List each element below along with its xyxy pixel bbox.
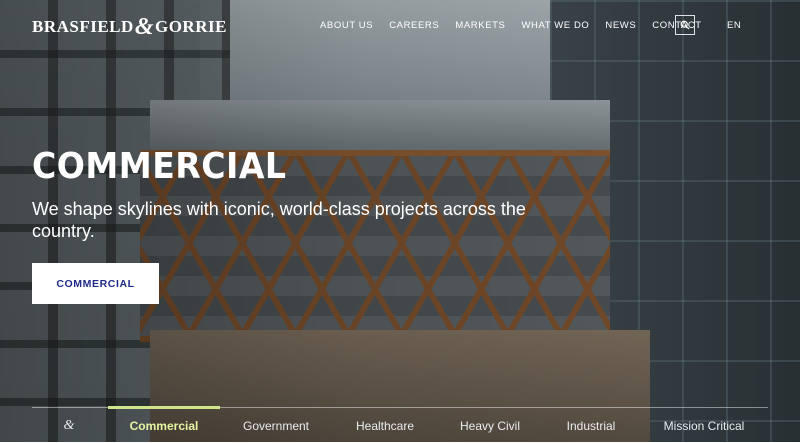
site-logo[interactable]: BRASFIELD & GORRIE <box>32 13 227 40</box>
tab-mission-critical[interactable]: Mission Critical <box>652 408 756 443</box>
logo-text-left: BRASFIELD <box>32 17 134 36</box>
tab-government[interactable]: Government <box>230 408 322 443</box>
hero-subtitle: We shape skylines with iconic, world-cla… <box>32 199 526 241</box>
nav-what-we-do[interactable]: WHAT WE DO <box>521 20 589 31</box>
language-selector[interactable]: EN <box>727 20 741 31</box>
market-tabs: & Commercial Government Healthcare Heavy… <box>32 406 768 443</box>
site-header: BRASFIELD & GORRIE ABOUT US CAREERS MARKET… <box>0 0 800 52</box>
nav-careers[interactable]: CAREERS <box>389 20 439 31</box>
tab-home-ampersand-icon[interactable]: & <box>54 408 84 443</box>
tab-commercial[interactable]: Commercial <box>108 406 220 443</box>
logo-ampersand: & <box>134 13 154 40</box>
nav-about-us[interactable]: ABOUT US <box>320 20 373 31</box>
search-button[interactable] <box>675 15 695 35</box>
main-nav: ABOUT US CAREERS MARKETS WHAT WE DO NEWS… <box>320 20 718 31</box>
tab-industrial[interactable]: Industrial <box>552 408 630 443</box>
nav-markets[interactable]: MARKETS <box>455 20 505 31</box>
tab-heavy-civil[interactable]: Heavy Civil <box>448 408 532 443</box>
logo-text-right: GORRIE <box>154 17 227 36</box>
tab-healthcare[interactable]: Healthcare <box>342 408 428 443</box>
commercial-button[interactable]: COMMERCIAL <box>32 263 159 304</box>
nav-news[interactable]: NEWS <box>605 20 636 31</box>
page-title: COMMERCIAL <box>32 146 287 187</box>
search-icon <box>680 20 690 30</box>
